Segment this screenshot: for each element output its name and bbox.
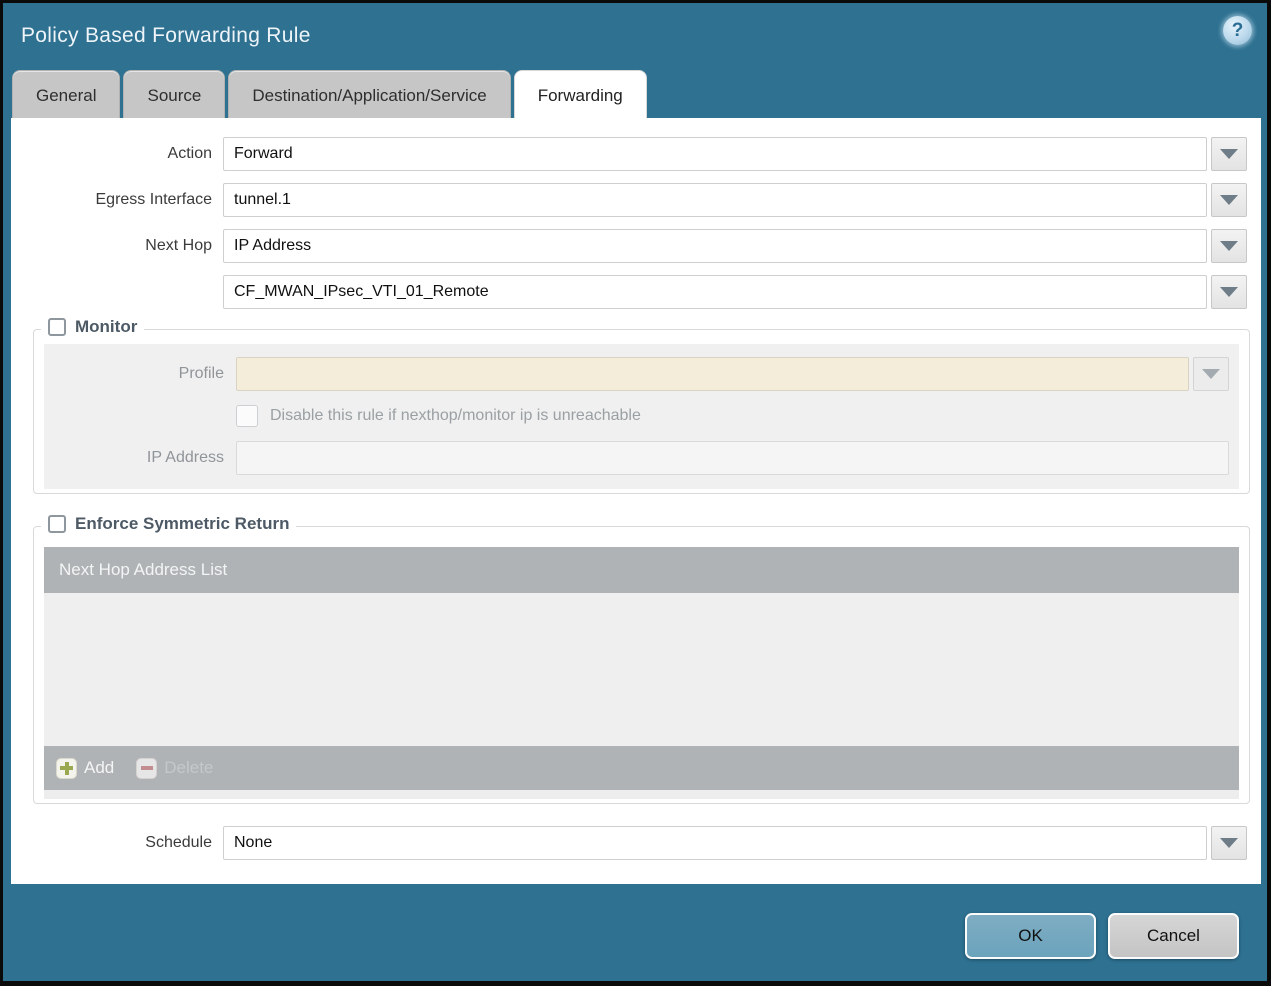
schedule-label: Schedule (145, 834, 212, 851)
egress-interface-select[interactable]: tunnel.1 (223, 183, 1207, 217)
enforce-symmetric-return-label: Enforce Symmetric Return (75, 514, 290, 533)
next-hop-type-select[interactable]: IP Address (223, 229, 1207, 263)
disable-rule-label: Disable this rule if nexthop/monitor ip … (270, 407, 641, 424)
egress-interface-label: Egress Interface (95, 191, 213, 208)
disable-rule-checkbox (236, 405, 258, 427)
action-label: Action (167, 145, 212, 162)
next-hop-address-list-header: Next Hop Address List (44, 547, 1239, 593)
next-hop-address-dropdown-button[interactable] (1211, 275, 1247, 309)
add-button[interactable]: Add (56, 757, 115, 779)
next-hop-label: Next Hop (145, 237, 212, 254)
delete-button: Delete (136, 757, 214, 779)
monitor-profile-row: Profile (44, 357, 1229, 391)
next-hop-address-row: CF_MWAN_IPsec_VTI_01_Remote (11, 275, 1247, 309)
chevron-down-icon (1220, 838, 1238, 848)
enforce-symmetric-return-section: Enforce Symmetric Return Next Hop Addres… (33, 514, 1250, 804)
next-hop-address-list-body (44, 593, 1239, 746)
egress-interface-dropdown-button[interactable] (1211, 183, 1247, 217)
delete-button-label: Delete (164, 758, 214, 777)
egress-interface-row: Egress Interface tunnel.1 (11, 183, 1247, 217)
action-row: Action Forward (11, 137, 1247, 171)
tab-bar: General Source Destination/Application/S… (3, 69, 1267, 118)
monitor-profile-dropdown-button (1193, 357, 1229, 391)
dialog-title: Policy Based Forwarding Rule (21, 24, 311, 47)
forwarding-tab-panel: Action Forward Egress Interface tunnel.1… (11, 118, 1261, 884)
enforce-symmetric-return-checkbox[interactable] (48, 515, 66, 533)
table-bottom-strip (44, 790, 1239, 799)
dialog-titlebar: Policy Based Forwarding Rule ? (3, 3, 1267, 69)
ok-button[interactable]: OK (965, 913, 1096, 959)
monitor-profile-select (236, 357, 1189, 391)
minus-icon (136, 757, 158, 779)
next-hop-row: Next Hop IP Address (11, 229, 1247, 263)
monitor-disable-rule-row: Disable this rule if nexthop/monitor ip … (236, 405, 1229, 427)
chevron-down-icon (1202, 369, 1220, 379)
tab-general[interactable]: General (12, 70, 121, 118)
next-hop-address-list-toolbar: Add Delete (44, 746, 1239, 790)
chevron-down-icon (1220, 195, 1238, 205)
chevron-down-icon (1220, 241, 1238, 251)
next-hop-type-dropdown-button[interactable] (1211, 229, 1247, 263)
monitor-checkbox[interactable] (48, 318, 66, 336)
monitor-section-label: Monitor (75, 317, 138, 336)
tab-forwarding[interactable]: Forwarding (513, 70, 647, 118)
tab-source[interactable]: Source (123, 70, 226, 118)
schedule-select[interactable]: None (223, 826, 1207, 860)
monitor-panel: Profile Disable this rule if nexthop/mon… (44, 344, 1239, 489)
action-select[interactable]: Forward (223, 137, 1207, 171)
add-button-label: Add (84, 758, 115, 777)
policy-based-forwarding-dialog: Policy Based Forwarding Rule ? General S… (3, 3, 1267, 981)
next-hop-address-select[interactable]: CF_MWAN_IPsec_VTI_01_Remote (223, 275, 1207, 309)
schedule-row: Schedule None (11, 826, 1247, 860)
monitor-profile-label: Profile (178, 365, 224, 382)
monitor-ip-address-input (236, 441, 1229, 475)
monitor-section: Monitor Profile Disable this rule if nex… (33, 317, 1250, 494)
monitor-ip-address-label: IP Address (146, 449, 224, 466)
help-icon[interactable]: ? (1223, 16, 1252, 45)
cancel-button[interactable]: Cancel (1108, 913, 1239, 959)
plus-icon (56, 757, 77, 779)
tab-destination-application-service[interactable]: Destination/Application/Service (228, 70, 511, 118)
chevron-down-icon (1220, 149, 1238, 159)
monitor-ip-address-row: IP Address (44, 441, 1229, 475)
chevron-down-icon (1220, 287, 1238, 297)
action-dropdown-button[interactable] (1211, 137, 1247, 171)
schedule-dropdown-button[interactable] (1211, 826, 1247, 860)
